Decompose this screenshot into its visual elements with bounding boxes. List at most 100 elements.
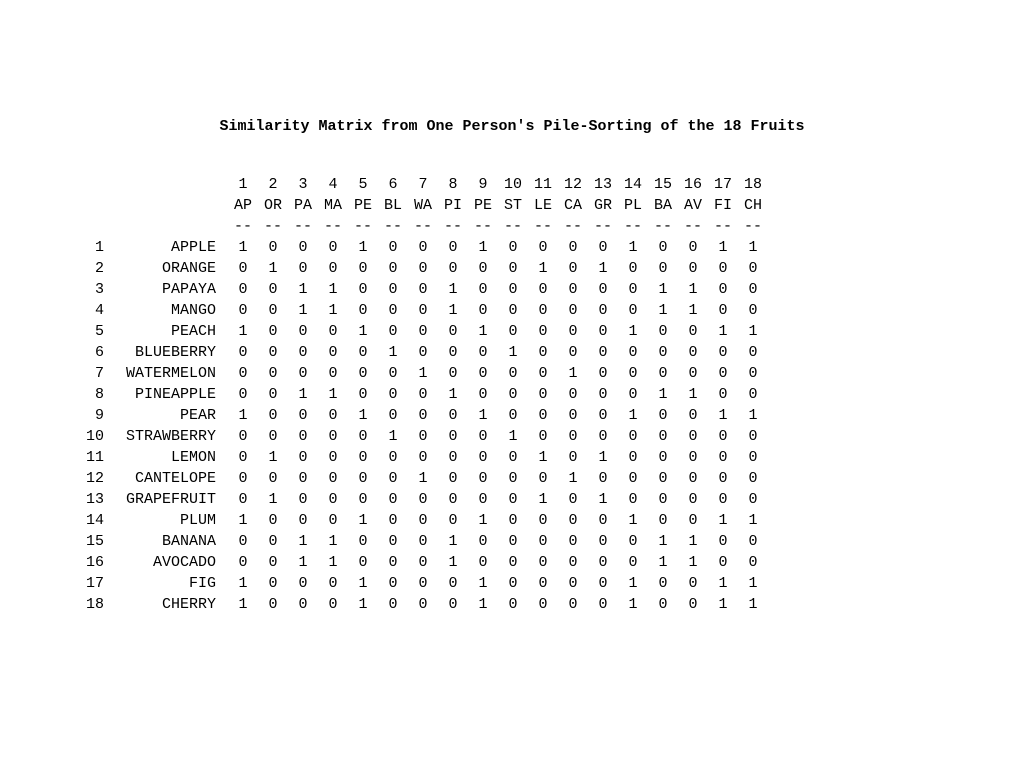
col-number: 8 xyxy=(438,174,468,195)
col-number: 18 xyxy=(738,174,768,195)
matrix-cell: 0 xyxy=(468,300,498,321)
col-divider: -- xyxy=(648,216,678,237)
matrix-cell: 1 xyxy=(348,573,378,594)
matrix-cell: 1 xyxy=(228,573,258,594)
matrix-cell: 0 xyxy=(468,258,498,279)
matrix-cell: 0 xyxy=(738,258,768,279)
matrix-cell: 0 xyxy=(228,489,258,510)
table-row: 15BANANA001100010000001100 xyxy=(76,531,768,552)
matrix-cell: 1 xyxy=(618,237,648,258)
matrix-cell: 0 xyxy=(678,510,708,531)
matrix-cell: 0 xyxy=(618,447,648,468)
row-index: 15 xyxy=(76,531,104,552)
matrix-cell: 1 xyxy=(468,510,498,531)
col-number: 4 xyxy=(318,174,348,195)
matrix-cell: 0 xyxy=(318,468,348,489)
matrix-cell: 0 xyxy=(588,237,618,258)
matrix-cell: 0 xyxy=(588,300,618,321)
matrix-cell: 0 xyxy=(408,342,438,363)
matrix-cell: 0 xyxy=(648,426,678,447)
matrix-cell: 0 xyxy=(318,510,348,531)
col-abbrev: BA xyxy=(648,195,678,216)
matrix-cell: 1 xyxy=(288,384,318,405)
matrix-cell: 0 xyxy=(408,384,438,405)
matrix-cell: 1 xyxy=(588,447,618,468)
matrix-cell: 0 xyxy=(738,300,768,321)
row-name: WATERMELON xyxy=(104,363,216,384)
col-number: 11 xyxy=(528,174,558,195)
matrix-cell: 0 xyxy=(228,258,258,279)
matrix-cell: 0 xyxy=(498,258,528,279)
matrix-cell: 0 xyxy=(558,342,588,363)
matrix-cell: 1 xyxy=(678,300,708,321)
matrix-cell: 0 xyxy=(228,426,258,447)
matrix-cell: 0 xyxy=(408,531,438,552)
matrix-cell: 0 xyxy=(588,468,618,489)
row-name: AVOCADO xyxy=(104,552,216,573)
matrix-cell: 1 xyxy=(408,363,438,384)
matrix-cell: 0 xyxy=(408,237,438,258)
matrix-cell: 0 xyxy=(318,447,348,468)
matrix-cell: 0 xyxy=(648,342,678,363)
matrix-cell: 1 xyxy=(408,468,438,489)
matrix-cell: 0 xyxy=(558,237,588,258)
matrix-cell: 1 xyxy=(318,279,348,300)
matrix-cell: 1 xyxy=(648,531,678,552)
col-divider: -- xyxy=(618,216,648,237)
table-row: 5PEACH100010001000010011 xyxy=(76,321,768,342)
matrix-cell: 0 xyxy=(288,510,318,531)
table-row: 13GRAPEFRUIT010000000010100000 xyxy=(76,489,768,510)
matrix-cell: 0 xyxy=(588,510,618,531)
matrix-cell: 0 xyxy=(708,258,738,279)
matrix-cell: 0 xyxy=(498,531,528,552)
table-row: 7WATERMELON000000100001000000 xyxy=(76,363,768,384)
matrix-cell: 0 xyxy=(498,300,528,321)
matrix-cell: 0 xyxy=(738,279,768,300)
matrix-cell: 0 xyxy=(588,279,618,300)
matrix-cell: 0 xyxy=(618,279,648,300)
matrix-cell: 1 xyxy=(438,279,468,300)
row-index: 14 xyxy=(76,510,104,531)
matrix-cell: 0 xyxy=(228,447,258,468)
matrix-cell: 0 xyxy=(558,321,588,342)
row-name: BANANA xyxy=(104,531,216,552)
matrix-cell: 0 xyxy=(528,321,558,342)
matrix-cell: 0 xyxy=(378,279,408,300)
matrix-cell: 0 xyxy=(678,489,708,510)
matrix-cell: 0 xyxy=(408,300,438,321)
col-abbrev: MA xyxy=(318,195,348,216)
matrix-cell: 0 xyxy=(678,258,708,279)
matrix-cell: 1 xyxy=(228,594,258,615)
table-row: 3PAPAYA001100010000001100 xyxy=(76,279,768,300)
matrix-cell: 0 xyxy=(558,489,588,510)
matrix-cell: 0 xyxy=(498,237,528,258)
matrix-cell: 0 xyxy=(528,510,558,531)
matrix-cell: 0 xyxy=(258,405,288,426)
matrix-cell: 1 xyxy=(498,342,528,363)
matrix-cell: 0 xyxy=(648,258,678,279)
matrix-cell: 0 xyxy=(528,426,558,447)
col-number: 1 xyxy=(228,174,258,195)
matrix-cell: 0 xyxy=(528,405,558,426)
matrix-cell: 0 xyxy=(618,468,648,489)
matrix-cell: 0 xyxy=(588,342,618,363)
matrix-cell: 0 xyxy=(588,321,618,342)
matrix-cell: 1 xyxy=(708,237,738,258)
col-divider: -- xyxy=(468,216,498,237)
matrix-cell: 1 xyxy=(348,510,378,531)
col-abbrev: AV xyxy=(678,195,708,216)
matrix-cell: 0 xyxy=(288,237,318,258)
matrix-cell: 1 xyxy=(258,447,288,468)
col-divider: -- xyxy=(318,216,348,237)
matrix-cell: 0 xyxy=(408,258,438,279)
matrix-cell: 0 xyxy=(618,426,648,447)
matrix-cell: 0 xyxy=(228,342,258,363)
matrix-cell: 0 xyxy=(228,300,258,321)
matrix-cell: 0 xyxy=(318,489,348,510)
matrix-cell: 0 xyxy=(528,552,558,573)
matrix-cell: 0 xyxy=(288,468,318,489)
matrix-cell: 0 xyxy=(588,405,618,426)
matrix-cell: 0 xyxy=(528,594,558,615)
row-name: PEACH xyxy=(104,321,216,342)
col-abbrev: WA xyxy=(408,195,438,216)
